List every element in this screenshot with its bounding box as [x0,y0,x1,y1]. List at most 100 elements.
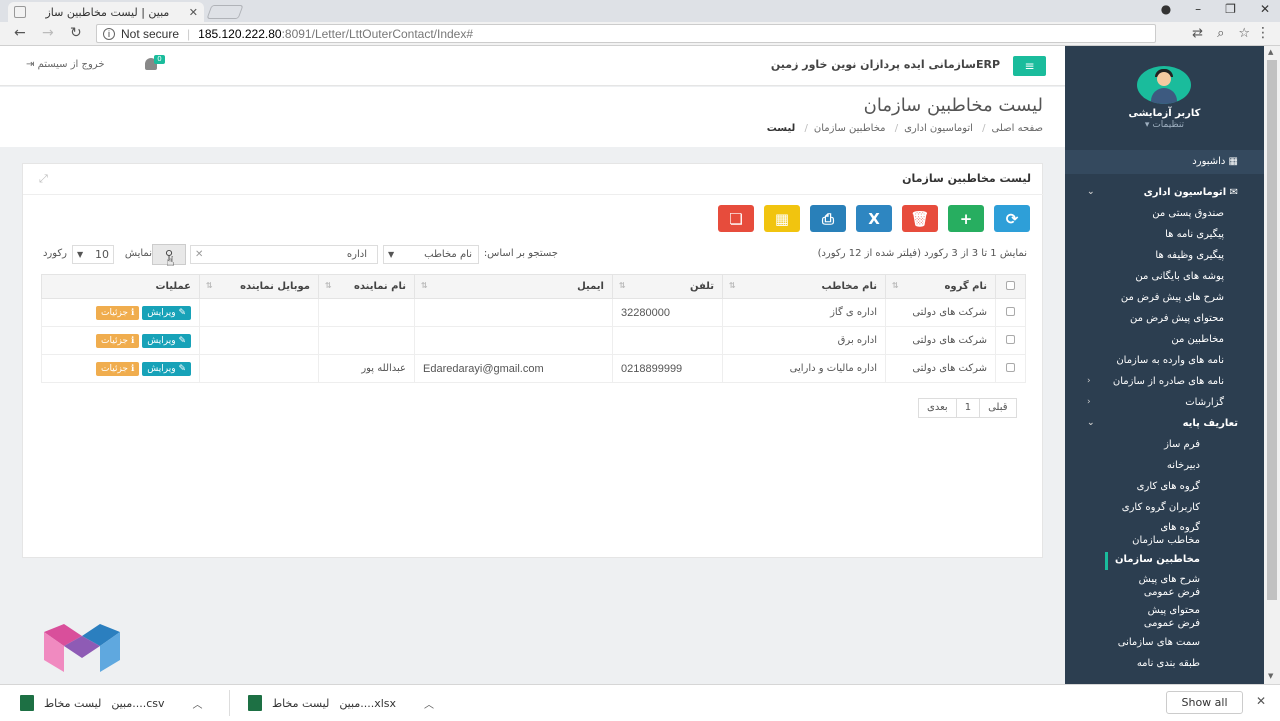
refresh-button[interactable]: ⟳ [994,205,1030,232]
details-button[interactable]: ℹ جزئیات [96,305,140,320]
favicon-icon [14,6,26,18]
chevron-down-icon: ⌄ [1087,187,1095,197]
column-header[interactable]: ایمیل ⇅ [414,274,613,299]
excel-file-icon [20,695,34,711]
back-icon[interactable]: ← [14,25,26,41]
pagination: بعدی 1 قبلی [918,398,1017,418]
browser-tab[interactable]: ✕ مبین | لیست مخاطبین ساز [8,2,204,22]
row-checkbox[interactable] [1006,306,1015,316]
sidebar-item[interactable]: پیگیری نامه ها [1065,224,1264,245]
column-header[interactable]: نام گروه ⇅ [885,274,996,299]
address-toolbar: ← → ↻ i Not secure | 185.120.222.80 :809… [0,22,1280,46]
sidebar-item[interactable]: فرم ساز [1065,434,1264,455]
scrollbar-thumb[interactable] [1267,60,1277,600]
close-tab-icon[interactable]: ✕ [189,6,198,19]
row-checkbox[interactable] [1006,334,1015,344]
sidebar-item[interactable]: گروه های مخاطب سازمان [1065,518,1264,549]
new-tab-button[interactable] [206,5,244,19]
sidebar-item[interactable]: صندوق پستی من [1065,203,1264,224]
search-input[interactable]: اداره ✕ [190,245,378,264]
browser-menu-icon[interactable]: ⋮ [1256,25,1270,41]
chevron-up-icon[interactable]: ︿ [193,696,203,711]
translate-icon[interactable]: ⇄ [1192,26,1203,41]
csv-button[interactable]: ▦ [764,205,800,232]
details-button[interactable]: ℹ جزئیات [96,333,140,348]
restore-icon[interactable]: ❐ [1225,2,1236,16]
forward-icon[interactable]: → [42,25,54,41]
info-icon[interactable]: i [103,27,115,40]
sidebar-item[interactable]: سمت های سازمانی [1065,632,1264,653]
close-downloads-icon[interactable]: ✕ [1256,694,1266,708]
sidebar-item[interactable]: محتوای پیش فرض عمومی [1065,601,1264,632]
breadcrumb-automation[interactable]: اتوماسیون اداری [904,123,973,134]
sidebar-item[interactable]: دبیرخانه [1065,455,1264,476]
sidebar-item[interactable]: شرح های پیش فرض عمومی [1065,570,1264,601]
menu-toggle-button[interactable]: ≡ [1013,56,1046,76]
chevron-up-icon[interactable]: ︿ [424,696,434,711]
logout-link[interactable]: ⇥ خروج از سیستم [26,59,105,70]
edit-button[interactable]: ✎ ویرایش [142,305,191,320]
page-scrollbar[interactable]: ▲ ▼ [1264,46,1280,684]
sidebar-item-outgoing[interactable]: نامه های صادره از سازمان ‹ [1065,371,1264,392]
bookmark-star-icon[interactable]: ☆ [1238,26,1250,41]
breadcrumb-contacts[interactable]: مخاطبین سازمان [814,123,886,134]
sidebar-item[interactable]: مخاطبین من [1065,329,1264,350]
sidebar-item[interactable]: محتوای پیش فرض من [1065,308,1264,329]
user-settings-link[interactable]: تنظیمات ▾ [1065,120,1264,130]
close-window-icon[interactable]: ✕ [1260,2,1270,16]
edit-button[interactable]: ✎ ویرایش [142,361,191,376]
column-header: عملیات [41,274,200,299]
url-bar[interactable]: i Not secure | 185.120.222.80 :8091/Lett… [96,24,1156,43]
select-all-header[interactable] [995,274,1026,299]
delete-button[interactable]: 🗑 [902,205,938,232]
add-button[interactable]: + [948,205,984,232]
show-all-button[interactable]: Show all [1166,691,1243,714]
download-item-csv[interactable]: لیست مخاط مبین....csv ︿ [20,685,203,721]
excel-button[interactable]: X [856,205,892,232]
user-name: کاربر آزمایشی [1128,108,1201,119]
reload-icon[interactable]: ↻ [70,25,82,41]
page-number-button[interactable]: 1 [955,399,979,417]
next-page-button[interactable]: بعدی [919,399,956,417]
breadcrumb-home[interactable]: صفحه اصلی [992,123,1043,134]
prev-page-button[interactable]: قبلی [979,399,1015,417]
clear-icon[interactable]: ✕ [195,246,203,263]
expand-icon[interactable]: ⤢ [39,172,48,186]
url-host: 185.120.222.80 [198,26,282,41]
zoom-icon[interactable]: ⌕ [1217,26,1224,41]
sidebar-item[interactable]: شرح های پیش فرض من [1065,287,1264,308]
column-header[interactable]: نام نماینده ⇅ [318,274,415,299]
window-controls: ● – ❐ ✕ [1161,2,1270,16]
column-header[interactable]: موبایل نماینده ⇅ [199,274,319,299]
sidebar-item[interactable]: پیگیری وظیفه ها [1065,245,1264,266]
profile-icon[interactable]: ● [1161,2,1171,16]
select-all-checkbox[interactable] [1006,280,1015,290]
tab-title: مبین | لیست مخاطبین ساز [45,5,170,19]
sidebar-item-dashboard[interactable]: ▦ داشبورد [1065,150,1264,174]
sidebar-item[interactable]: کاربران گروه کاری [1065,497,1264,518]
column-header[interactable]: تلفن ⇅ [612,274,723,299]
search-by-label: جستجو بر اساس: [483,248,558,259]
sidebar-item-reports[interactable]: گزارشات ‹ [1065,392,1264,413]
minimize-icon[interactable]: – [1195,2,1201,16]
details-button[interactable]: ℹ جزئیات [96,361,140,376]
sidebar-group-automation[interactable]: ✉ اتوماسیون اداری ⌄ [1065,182,1264,203]
sidebar-group-base[interactable]: تعاریف پایه ⌄ [1065,413,1264,434]
edit-button[interactable]: ✎ ویرایش [142,333,191,348]
sidebar-item[interactable]: پوشه های بایگانی من [1065,266,1264,287]
page-size-select[interactable]: 10 ▼ [72,245,114,264]
sidebar-item[interactable]: طبقه بندی نامه [1065,653,1264,674]
copy-button[interactable]: ❏ [718,205,754,232]
breadcrumb-current: لیست [766,123,796,134]
column-header[interactable]: نام مخاطب ⇅ [722,274,886,299]
avatar[interactable] [1137,66,1191,104]
sidebar-item[interactable]: نامه های وارده به سازمان [1065,350,1264,371]
sidebar-item[interactable]: گروه های کاری [1065,476,1264,497]
app-topbar: ≡ ERPسازمانی ایده پردازان نوین خاور زمین… [0,46,1065,86]
company-name: ERPسازمانی ایده پردازان نوین خاور زمین [770,58,1000,71]
download-item-xlsx[interactable]: لیست مخاط مبین....xlsx ︿ [248,685,434,721]
search-field-select[interactable]: نام مخاطب ▼ [383,245,479,264]
row-checkbox[interactable] [1006,362,1015,372]
sidebar-item-active[interactable]: مخاطبین سازمان [1065,549,1264,570]
print-button[interactable]: ⎙ [810,205,846,232]
